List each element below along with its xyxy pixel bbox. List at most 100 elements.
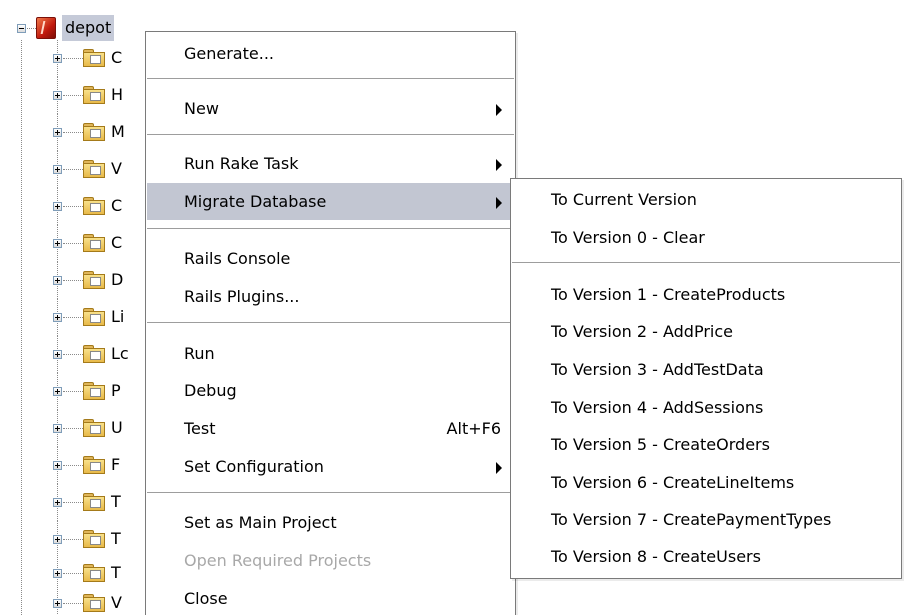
tree-node-label: V xyxy=(111,159,122,178)
tree-node-label: U xyxy=(111,418,123,437)
menu-item-new[interactable]: New xyxy=(147,90,514,127)
folder-icon xyxy=(83,419,105,437)
menu-item-close[interactable]: Close xyxy=(147,580,514,615)
expand-icon[interactable] xyxy=(53,461,62,470)
tree-connector xyxy=(63,243,83,244)
tree-connector xyxy=(63,169,83,170)
tree-node[interactable]: V xyxy=(0,151,160,188)
expand-icon[interactable] xyxy=(53,165,62,174)
tree-connector xyxy=(63,573,83,574)
menu-item-open-required-projects[interactable]: Open Required Projects xyxy=(147,542,514,579)
menu-item-set-as-main-project[interactable]: Set as Main Project xyxy=(147,504,514,541)
ide-window: depot C H M V C C D Li Lc P U F T T T V … xyxy=(0,0,908,615)
expand-icon[interactable] xyxy=(53,387,62,396)
tree-node[interactable]: C xyxy=(0,225,160,262)
tree-node-label: H xyxy=(111,85,124,104)
tree-node[interactable]: H xyxy=(0,77,160,114)
expand-icon[interactable] xyxy=(53,54,62,63)
tree-connector xyxy=(63,465,83,466)
submenu-item-label: To Current Version xyxy=(551,190,697,209)
folder-icon xyxy=(83,594,105,612)
expand-icon[interactable] xyxy=(53,424,62,433)
submenu-arrow-icon xyxy=(496,197,502,209)
tree-connector xyxy=(27,28,36,29)
tree-node[interactable]: U xyxy=(0,410,160,447)
submenu-item-version-8[interactable]: To Version 8 - CreateUsers xyxy=(512,538,900,575)
menu-item-label: Rails Console xyxy=(184,249,291,268)
folder-icon xyxy=(83,271,105,289)
folder-icon xyxy=(83,382,105,400)
expand-icon[interactable] xyxy=(53,599,62,608)
tree-node[interactable]: Lc xyxy=(0,336,160,373)
expand-icon[interactable] xyxy=(53,313,62,322)
expand-icon[interactable] xyxy=(53,202,62,211)
menu-item-label: Run xyxy=(184,344,215,363)
menu-item-migrate-database[interactable]: Migrate Database xyxy=(147,183,514,220)
menu-separator xyxy=(512,262,900,263)
expand-icon[interactable] xyxy=(53,569,62,578)
expand-icon[interactable] xyxy=(53,239,62,248)
submenu-item-version-1[interactable]: To Version 1 - CreateProducts xyxy=(512,276,900,313)
tree-node-label: Li xyxy=(111,307,125,326)
tree-node-label: T xyxy=(111,563,121,582)
expand-icon[interactable] xyxy=(53,498,62,507)
tree-node[interactable]: Li xyxy=(0,299,160,336)
tree-node[interactable]: M xyxy=(0,114,160,151)
menu-item-label: Set Configuration xyxy=(184,457,324,476)
tree-connector xyxy=(63,95,83,96)
tree-node[interactable]: T xyxy=(0,484,160,521)
submenu-item-version-3[interactable]: To Version 3 - AddTestData xyxy=(512,351,900,388)
tree-node-label: M xyxy=(111,122,125,141)
submenu-item-version-0[interactable]: To Version 0 - Clear xyxy=(512,219,900,256)
menu-item-label: Open Required Projects xyxy=(184,551,372,570)
ruby-project-icon xyxy=(36,17,56,39)
tree-node[interactable]: V xyxy=(0,585,160,615)
menu-item-set-configuration[interactable]: Set Configuration xyxy=(147,448,514,485)
menu-item-run[interactable]: Run xyxy=(147,335,514,372)
folder-icon xyxy=(83,49,105,67)
submenu-item-version-4[interactable]: To Version 4 - AddSessions xyxy=(512,389,900,426)
menu-item-rails-plugins[interactable]: Rails Plugins... xyxy=(147,278,514,315)
expand-icon[interactable] xyxy=(53,128,62,137)
menu-item-debug[interactable]: Debug xyxy=(147,372,514,409)
folder-icon xyxy=(83,564,105,582)
tree-node-label: Lc xyxy=(111,344,129,363)
submenu-item-current-version[interactable]: To Current Version xyxy=(512,181,900,218)
menu-item-generate[interactable]: Generate... xyxy=(147,35,514,72)
submenu-item-version-5[interactable]: To Version 5 - CreateOrders xyxy=(512,426,900,463)
menu-item-label: Migrate Database xyxy=(184,192,327,211)
tree-node-label: F xyxy=(111,455,121,474)
tree-connector xyxy=(63,206,83,207)
tree-node-label: T xyxy=(111,492,121,511)
folder-icon xyxy=(83,160,105,178)
tree-node[interactable]: F xyxy=(0,447,160,484)
collapse-icon[interactable] xyxy=(17,24,26,33)
tree-node-label: C xyxy=(111,48,123,67)
project-name-label[interactable]: depot xyxy=(62,15,115,41)
menu-item-label: Close xyxy=(184,589,228,608)
tree-node[interactable]: T xyxy=(0,521,160,558)
tree-node[interactable]: D xyxy=(0,262,160,299)
expand-icon[interactable] xyxy=(53,91,62,100)
submenu-item-version-7[interactable]: To Version 7 - CreatePaymentTypes xyxy=(512,501,900,538)
menu-item-label: Generate... xyxy=(184,44,274,63)
tree-node[interactable]: C xyxy=(0,40,160,77)
tree-node-label: T xyxy=(111,529,121,548)
submenu-item-label: To Version 3 - AddTestData xyxy=(551,360,764,379)
submenu-item-version-2[interactable]: To Version 2 - AddPrice xyxy=(512,313,900,350)
expand-icon[interactable] xyxy=(53,535,62,544)
menu-item-run-rake-task[interactable]: Run Rake Task xyxy=(147,145,514,182)
menu-item-test[interactable]: Test Alt+F6 xyxy=(147,410,514,447)
menu-item-rails-console[interactable]: Rails Console xyxy=(147,240,514,277)
folder-icon xyxy=(83,530,105,548)
tree-node[interactable]: C xyxy=(0,188,160,225)
tree-connector xyxy=(63,132,83,133)
folder-icon xyxy=(83,86,105,104)
submenu-item-label: To Version 5 - CreateOrders xyxy=(551,435,770,454)
menu-item-label: Test xyxy=(184,419,216,438)
submenu-item-version-6[interactable]: To Version 6 - CreateLineItems xyxy=(512,464,900,501)
expand-icon[interactable] xyxy=(53,350,62,359)
submenu-arrow-icon xyxy=(496,104,502,116)
tree-node[interactable]: P xyxy=(0,373,160,410)
expand-icon[interactable] xyxy=(53,276,62,285)
